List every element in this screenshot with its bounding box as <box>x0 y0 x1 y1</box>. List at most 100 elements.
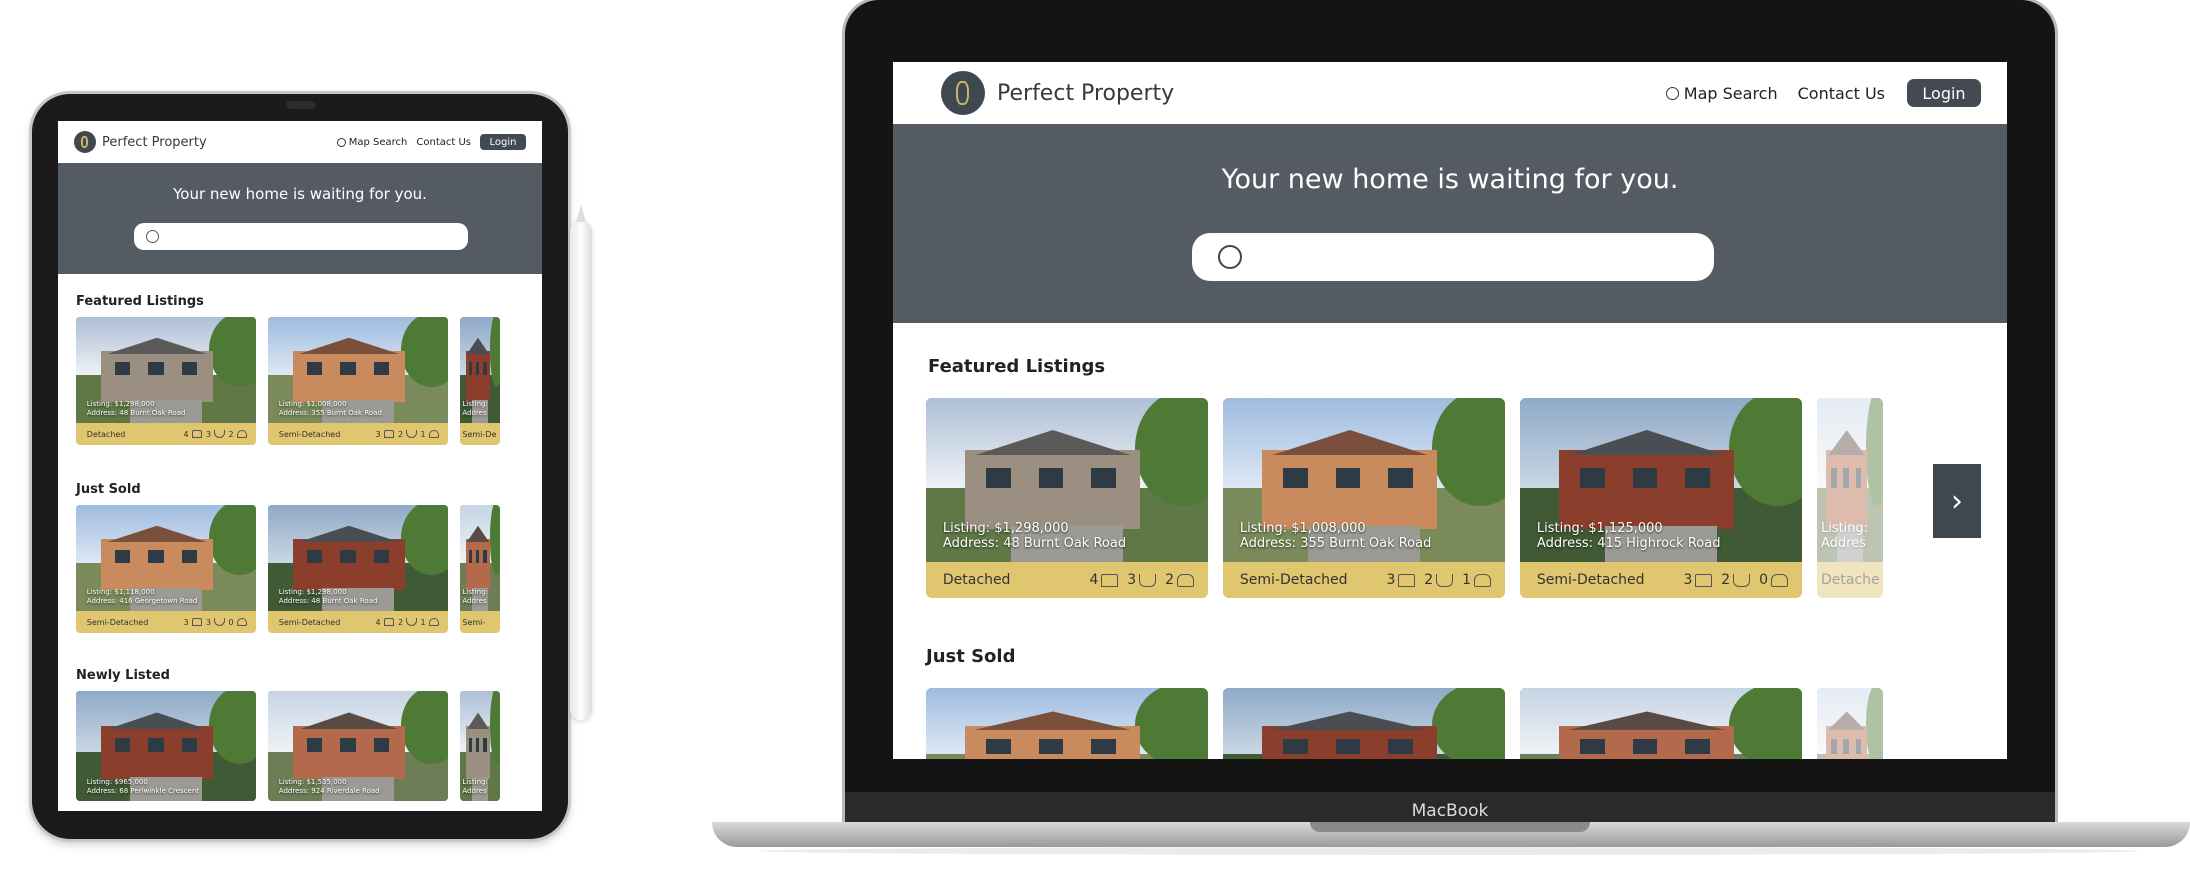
apple-pencil <box>570 220 592 720</box>
login-button[interactable]: Login <box>1907 79 1981 107</box>
photo-tree <box>209 317 256 387</box>
macbook-hinge-notch <box>1310 822 1590 832</box>
listing-overlay: Listing:Addres <box>462 588 487 605</box>
photo-window <box>114 737 131 752</box>
garage-count: 1 <box>421 618 439 627</box>
photo-window <box>476 550 480 564</box>
photo-window <box>340 362 356 376</box>
feature-value: 3 <box>206 429 212 439</box>
property-features: 4 3 2 <box>1089 572 1194 588</box>
listing-card[interactable] <box>926 688 1208 759</box>
carousel-next-button[interactable]: › <box>1933 464 1981 538</box>
hero-search-input[interactable] <box>134 223 468 250</box>
mac-hero: Your new home is waiting for you. <box>893 124 2007 323</box>
bathroom-count: 3 <box>1127 572 1157 588</box>
photo-window <box>1580 739 1605 755</box>
photo-house <box>1559 430 1735 530</box>
listing-overlay: Listing: $1,125,000 Address: 415 Highrock… <box>1537 521 1721 552</box>
listing-card[interactable]: Listing: Addres Semi- <box>460 505 500 633</box>
photo-window <box>181 550 198 564</box>
map-search-label: Map Search <box>1683 83 1778 103</box>
photo-window <box>373 737 390 752</box>
photo-tree <box>1728 688 1802 759</box>
listing-details-strip: Semi-Detached 3 2 0 <box>1520 562 1802 598</box>
listing-photo: Listing: $1,298,000 Address: 48 Burnt Oak… <box>268 505 448 611</box>
property-features: 3 2 0 <box>1683 572 1788 588</box>
bedroom-count: 3 <box>376 430 395 439</box>
listing-card[interactable]: Listing: Addres Semi-De <box>460 317 500 445</box>
listing-card[interactable]: Listing: $1,298,000 Address: 48 Burnt Oak… <box>268 505 448 633</box>
map-search-link[interactable]: Map Search <box>336 136 408 148</box>
listing-price: Listing: $1,008,000 <box>278 400 347 409</box>
property-type: Semi- <box>462 617 486 627</box>
brand-name[interactable]: Perfect Property <box>102 135 207 150</box>
ipad-camera <box>286 101 316 109</box>
photo-house <box>293 525 405 590</box>
property-type: Detached <box>942 572 1011 588</box>
bedroom-count: 3 <box>1386 572 1416 588</box>
listing-card[interactable]: Listing: $965,000 Address: 68 Periwinkle … <box>76 691 256 801</box>
map-search-label: Map Search <box>348 136 408 148</box>
listing-details-strip: Semi-Detached 3 2 1 <box>268 423 448 445</box>
listing-card[interactable]: Listing: $1,008,000 Address: 355 Burnt Oa… <box>268 317 448 445</box>
search-icon <box>336 137 346 147</box>
contact-us-link[interactable]: Contact Us <box>416 137 471 148</box>
listing-details-strip: Semi-Detached 3 2 1 <box>1223 562 1505 598</box>
photo-house <box>1262 711 1438 759</box>
garage-count: 2 <box>229 430 247 439</box>
just-sold-title: Just Sold <box>76 482 141 497</box>
listing-card[interactable]: Listing: $1,535,000 Address: 924 Riverdal… <box>268 691 448 801</box>
photo-window <box>148 550 164 564</box>
photo-window <box>483 737 487 752</box>
map-search-link[interactable]: Map Search <box>1665 83 1778 103</box>
bath-icon <box>406 430 417 438</box>
listing-photo: Listing:Addres <box>460 317 500 423</box>
photo-house <box>293 712 405 779</box>
listing-card[interactable]: Listing: $1,298,000 Address: 48 Burnt Oak… <box>76 317 256 445</box>
photo-window <box>986 467 1011 489</box>
listing-price: Listing: $1,535,000 <box>278 778 347 787</box>
brand-logo[interactable] <box>941 71 985 115</box>
feature-value: 2 <box>1721 572 1731 588</box>
contact-us-link[interactable]: Contact Us <box>1798 84 1885 103</box>
listing-photo: Listing: $1,118,000 Address: 416 Georgeto… <box>76 505 256 611</box>
bathroom-count: 2 <box>1424 572 1454 588</box>
listing-card[interactable] <box>1223 688 1505 759</box>
photo-window <box>373 550 390 564</box>
listing-address: Address: 48 Burnt Oak Road <box>942 536 1127 552</box>
bathroom-count: 2 <box>398 430 417 439</box>
feature-value: 3 <box>1683 572 1693 588</box>
property-type: Semi-De <box>462 429 497 439</box>
listing-photo <box>926 688 1208 759</box>
photo-window <box>340 550 356 564</box>
listing-card[interactable] <box>1817 688 1883 759</box>
bed-icon <box>1101 573 1119 587</box>
photo-tree <box>1431 398 1505 507</box>
brand-logo[interactable] <box>74 131 96 153</box>
feature-value: 2 <box>228 429 234 439</box>
listing-overlay: Listing: $1,008,000 Address: 355 Burnt Oa… <box>279 400 382 417</box>
listing-card[interactable]: Listing: $1,008,000 Address: 355 Burnt Oa… <box>1223 398 1505 598</box>
listing-card[interactable]: Listing: $1,118,000 Address: 416 Georgeto… <box>76 505 256 633</box>
feature-value: 2 <box>398 617 404 627</box>
listing-card[interactable]: Listing: Addres <box>460 691 500 801</box>
listing-photo: Listing: $1,535,000 Address: 924 Riverdal… <box>268 691 448 801</box>
bed-icon <box>191 430 203 438</box>
hero-search-input[interactable] <box>1192 233 1714 281</box>
listing-overlay: Listing: $1,118,000 Address: 416 Georgeto… <box>87 588 198 605</box>
listing-card[interactable] <box>1520 688 1802 759</box>
listing-card[interactable]: Listing: $1,298,000 Address: 48 Burnt Oak… <box>926 398 1208 598</box>
brand-name[interactable]: Perfect Property <box>997 81 1174 106</box>
feature-value: 4 <box>183 429 189 439</box>
photo-tree <box>489 317 500 387</box>
property-type: Semi-Detached <box>278 617 341 627</box>
bedroom-count: 4 <box>376 618 395 627</box>
garage-icon <box>428 430 439 438</box>
login-button[interactable]: Login <box>480 134 526 150</box>
listing-card[interactable]: Listing:AddresDetache <box>1817 398 1883 598</box>
photo-tree <box>1728 398 1802 507</box>
bedroom-count: 3 <box>1683 572 1713 588</box>
listing-price: Listing: <box>462 400 488 409</box>
bed-icon <box>191 618 203 626</box>
listing-card[interactable]: Listing: $1,125,000 Address: 415 Highrock… <box>1520 398 1802 598</box>
